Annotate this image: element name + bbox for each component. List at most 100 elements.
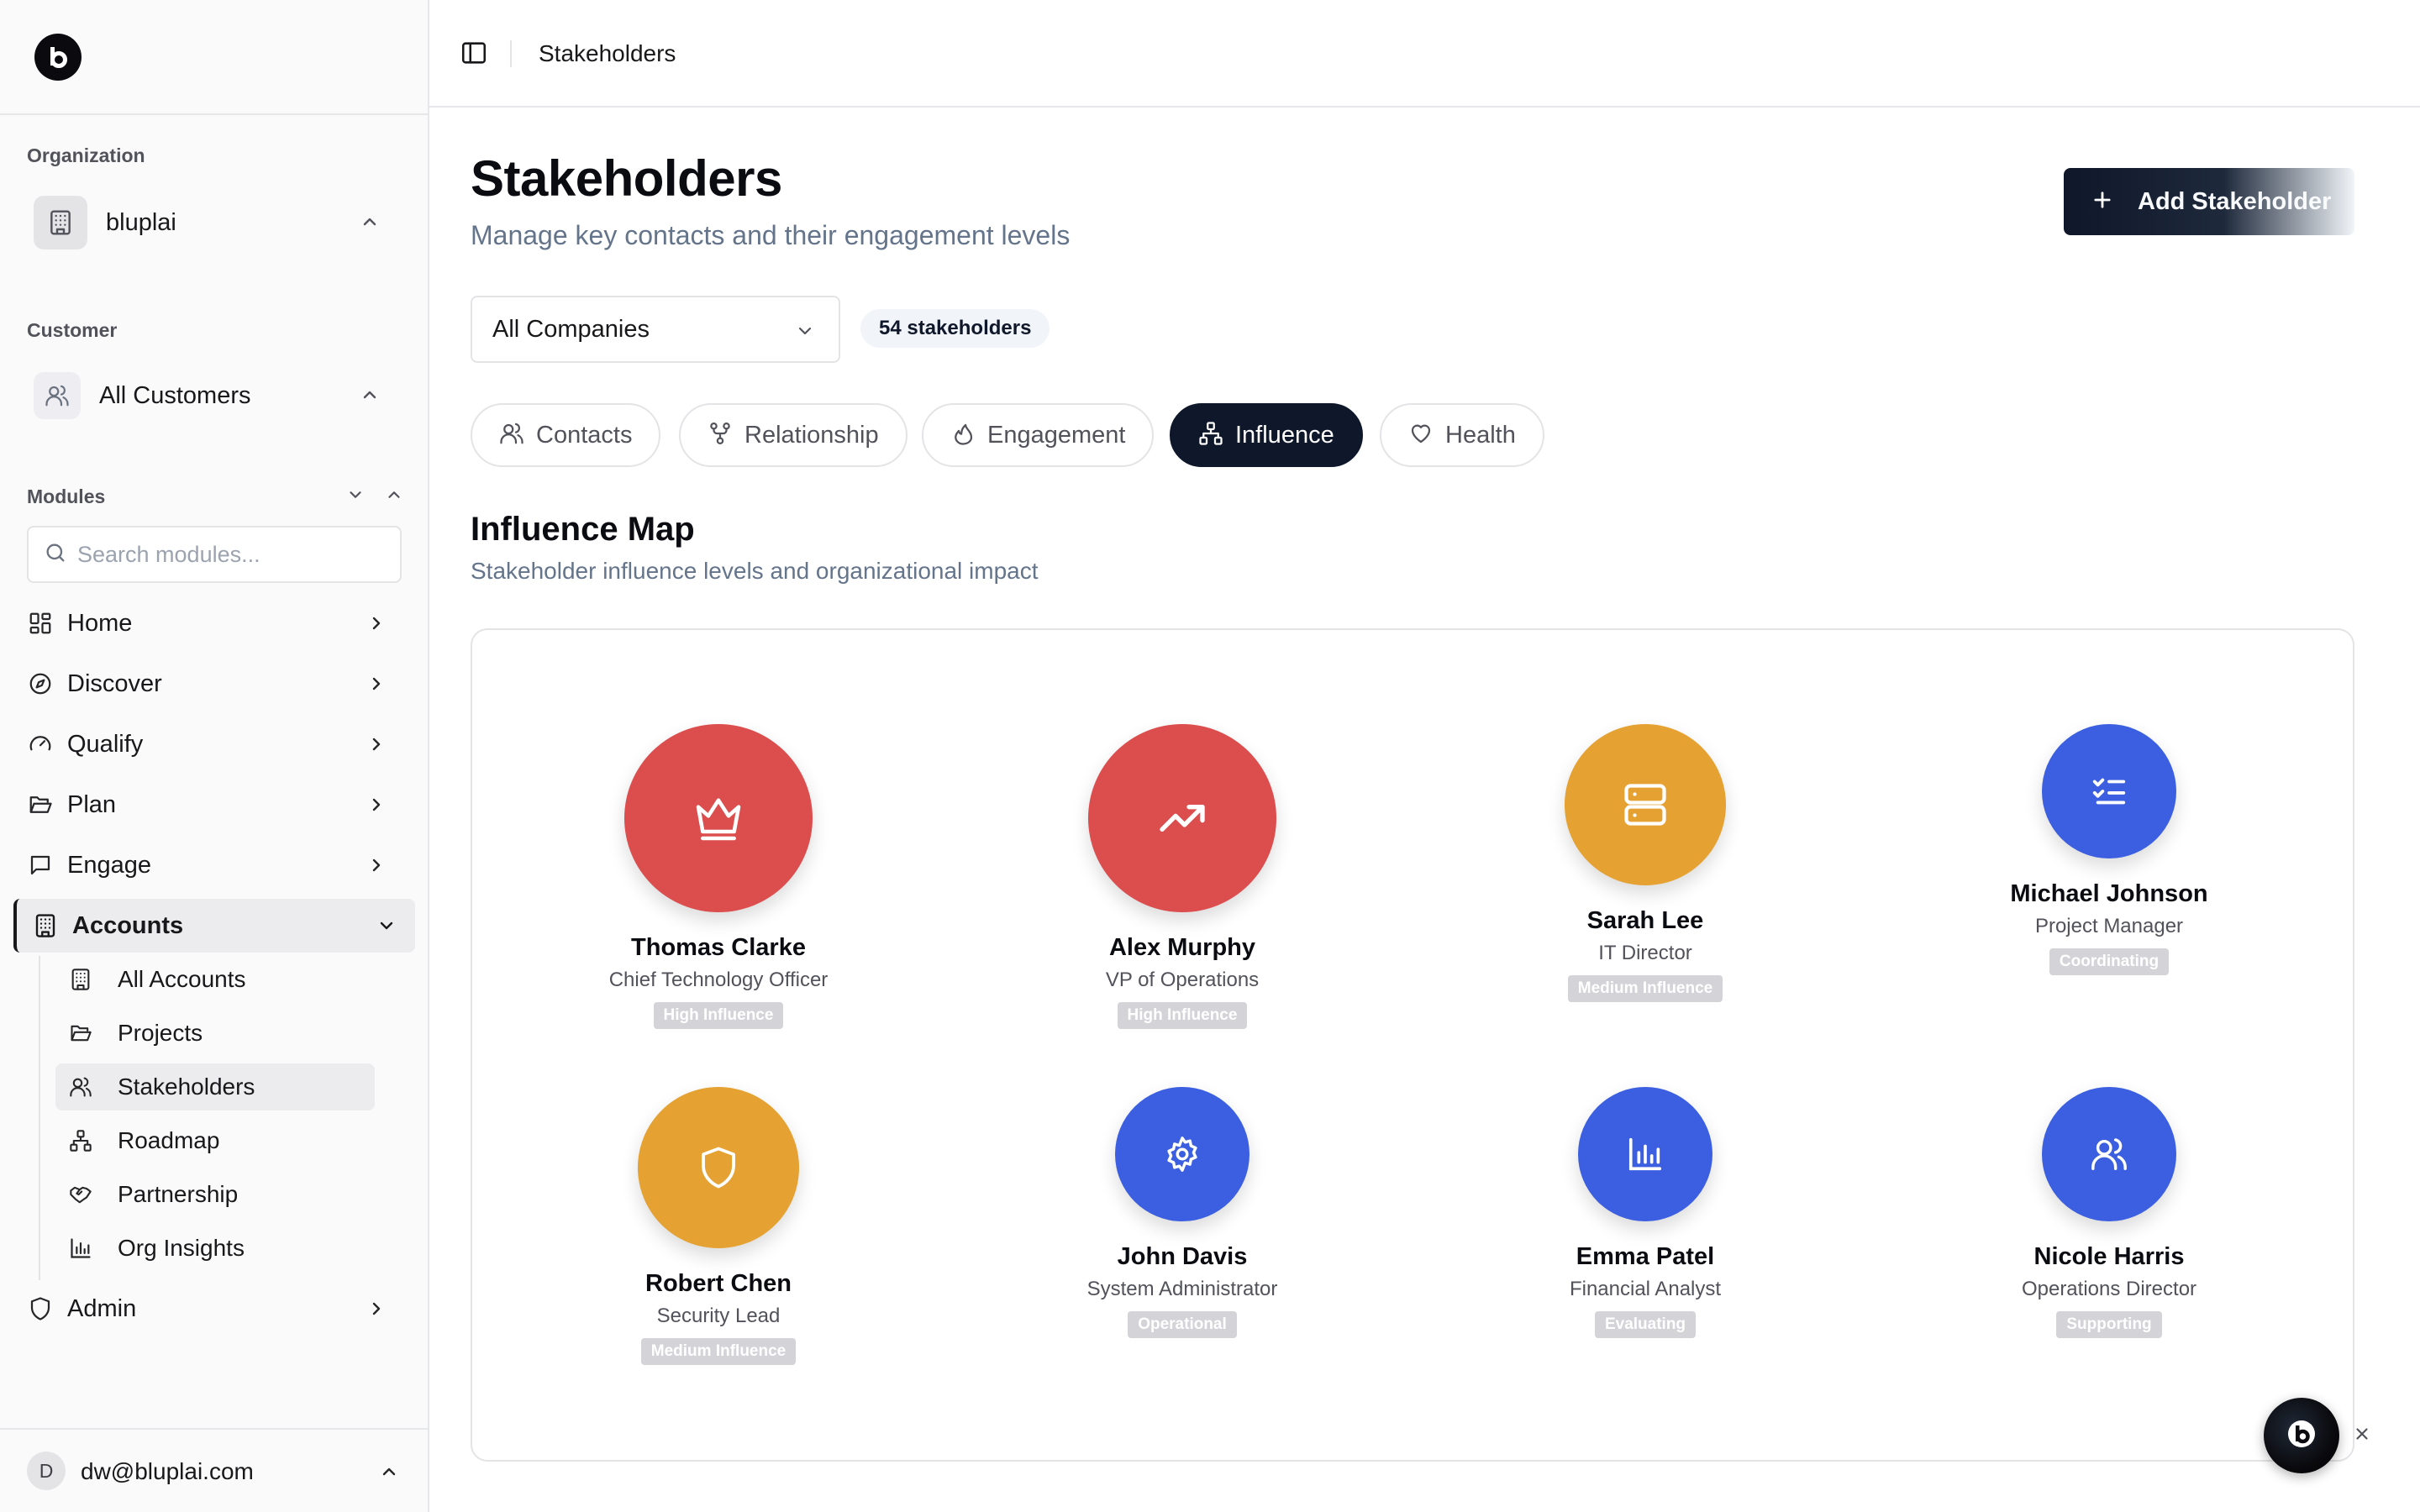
server-icon bbox=[1565, 724, 1726, 885]
sidebar-item-label: Org Insights bbox=[118, 1235, 245, 1261]
tab-relationship[interactable]: Relationship bbox=[679, 403, 908, 467]
nav-item-label: Accounts bbox=[72, 911, 184, 939]
close-icon[interactable] bbox=[2353, 1425, 2371, 1447]
user-email: dw@bluplai.com bbox=[81, 1458, 254, 1484]
customer-name: All Customers bbox=[99, 381, 251, 409]
nav-item-engage[interactable]: Engage bbox=[27, 842, 405, 889]
users-icon bbox=[499, 421, 524, 450]
sidebar-item-label: All Accounts bbox=[118, 966, 246, 992]
folder-open-icon bbox=[27, 792, 54, 817]
tab-contacts[interactable]: Contacts bbox=[471, 403, 661, 467]
stakeholder-count-badge: 54 stakeholders bbox=[860, 309, 1050, 348]
users-icon bbox=[2042, 1087, 2176, 1221]
influence-badge: Supporting bbox=[2056, 1311, 2162, 1338]
stakeholder-node[interactable]: Sarah Lee IT Director Medium Influence bbox=[1435, 724, 1855, 1002]
stakeholder-name: John Davis bbox=[1117, 1243, 1248, 1270]
stakeholder-role: Project Manager bbox=[2034, 915, 2184, 937]
stakeholder-node[interactable]: John Davis System Administrator Operatio… bbox=[972, 1087, 1392, 1338]
tab-health[interactable]: Health bbox=[1380, 403, 1544, 467]
network-icon bbox=[67, 1129, 94, 1152]
tab-label: Engagement bbox=[987, 421, 1126, 449]
stakeholder-node[interactable]: Robert Chen Security Lead Medium Influen… bbox=[508, 1087, 929, 1365]
chevron-up-icon[interactable] bbox=[385, 486, 403, 508]
sidebar-item-org-insights[interactable]: Org Insights bbox=[55, 1225, 375, 1272]
nav-item-accounts[interactable]: Accounts bbox=[13, 899, 415, 953]
nav-item-label: Home bbox=[67, 609, 133, 637]
submenu-divider bbox=[39, 956, 40, 1280]
influence-badge: Medium Influence bbox=[1567, 975, 1723, 1002]
influence-badge: Evaluating bbox=[1594, 1311, 1697, 1338]
nav-item-home[interactable]: Home bbox=[27, 600, 405, 647]
sidebar-item-stakeholders[interactable]: Stakeholders bbox=[55, 1063, 375, 1110]
sidebar-item-partnership[interactable]: Partnership bbox=[55, 1171, 375, 1218]
customer-label: Customer bbox=[27, 319, 118, 341]
module-search[interactable] bbox=[27, 526, 402, 583]
stakeholder-role: Financial Analyst bbox=[1569, 1278, 1722, 1300]
users-icon bbox=[34, 372, 81, 419]
stakeholder-role: System Administrator bbox=[1086, 1278, 1278, 1300]
search-input[interactable] bbox=[77, 541, 397, 568]
folder-open-icon bbox=[67, 1021, 94, 1045]
stakeholder-node[interactable]: Nicole Harris Operations Director Suppor… bbox=[1899, 1087, 2319, 1338]
shield-icon bbox=[638, 1087, 799, 1248]
nav-item-admin[interactable]: Admin bbox=[27, 1285, 405, 1332]
heart-icon bbox=[1408, 421, 1434, 450]
sidebar-toggle-icon[interactable] bbox=[460, 39, 488, 71]
network-icon bbox=[1198, 421, 1223, 450]
bar-chart-icon bbox=[67, 1236, 94, 1260]
topbar: Stakeholders bbox=[429, 0, 2420, 108]
sidebar-item-label: Partnership bbox=[118, 1181, 239, 1207]
stakeholder-node[interactable]: Alex Murphy VP of Operations High Influe… bbox=[972, 724, 1392, 1029]
bluplai-logo-icon[interactable] bbox=[34, 34, 82, 81]
sidebar-item-all-accounts[interactable]: All Accounts bbox=[55, 956, 375, 1003]
chevron-down-icon bbox=[376, 916, 397, 940]
trending-up-icon bbox=[1088, 724, 1276, 912]
settings-icon bbox=[1115, 1087, 1249, 1221]
nav-item-discover[interactable]: Discover bbox=[27, 660, 405, 707]
sidebar-item-label: Stakeholders bbox=[118, 1074, 255, 1100]
nav-item-plan[interactable]: Plan bbox=[27, 781, 405, 828]
chevron-down-icon[interactable] bbox=[346, 486, 365, 508]
influence-badge: High Influence bbox=[1117, 1002, 1248, 1029]
search-icon bbox=[44, 541, 67, 569]
chevron-right-icon bbox=[366, 795, 387, 819]
grid-icon bbox=[27, 611, 54, 636]
gauge-icon bbox=[27, 732, 54, 757]
stakeholder-role: Security Lead bbox=[656, 1305, 781, 1327]
chevron-up-icon bbox=[379, 1462, 399, 1486]
page-subtitle: Manage key contacts and their engagement… bbox=[471, 220, 1071, 250]
stakeholder-name: Thomas Clarke bbox=[631, 934, 806, 961]
git-fork-icon bbox=[708, 421, 733, 450]
stakeholder-name: Emma Patel bbox=[1576, 1243, 1715, 1270]
tab-engagement[interactable]: Engagement bbox=[922, 403, 1155, 467]
stakeholder-node[interactable]: Emma Patel Financial Analyst Evaluating bbox=[1435, 1087, 1855, 1338]
chevron-right-icon bbox=[366, 855, 387, 879]
user-menu[interactable]: D dw@bluplai.com bbox=[0, 1428, 428, 1512]
assistant-launcher-button[interactable] bbox=[2264, 1398, 2339, 1473]
plus-icon bbox=[2091, 188, 2114, 216]
flame-icon bbox=[950, 421, 976, 450]
organization-switcher[interactable]: bluplai bbox=[27, 193, 403, 252]
message-square-icon bbox=[27, 853, 54, 878]
nav-item-qualify[interactable]: Qualify bbox=[27, 721, 405, 768]
sidebar-item-roadmap[interactable]: Roadmap bbox=[55, 1117, 375, 1164]
customer-switcher[interactable]: All Customers bbox=[27, 366, 403, 425]
tab-influence[interactable]: Influence bbox=[1170, 403, 1363, 467]
chevron-right-icon bbox=[366, 1299, 387, 1323]
tab-label: Health bbox=[1445, 421, 1516, 449]
stakeholder-node[interactable]: Thomas Clarke Chief Technology Officer H… bbox=[508, 724, 929, 1029]
influence-map-subtitle: Stakeholder influence levels and organiz… bbox=[471, 558, 1039, 584]
add-stakeholder-button[interactable]: Add Stakeholder bbox=[2064, 168, 2354, 235]
organization-label: Organization bbox=[27, 144, 145, 166]
sidebar: Organization bluplai Customer All Custom… bbox=[0, 0, 429, 1512]
chevron-up-icon bbox=[360, 212, 380, 236]
sidebar-header bbox=[0, 0, 428, 115]
stakeholder-role: IT Director bbox=[1598, 942, 1692, 964]
stakeholder-node[interactable]: Michael Johnson Project Manager Coordina… bbox=[1899, 724, 2319, 975]
company-select[interactable]: All Companies bbox=[471, 296, 840, 363]
avatar: D bbox=[27, 1452, 66, 1490]
sidebar-item-projects[interactable]: Projects bbox=[55, 1010, 375, 1057]
topbar-divider bbox=[510, 40, 512, 67]
stakeholder-name: Michael Johnson bbox=[2010, 880, 2208, 907]
page-title: Stakeholders bbox=[471, 150, 782, 207]
